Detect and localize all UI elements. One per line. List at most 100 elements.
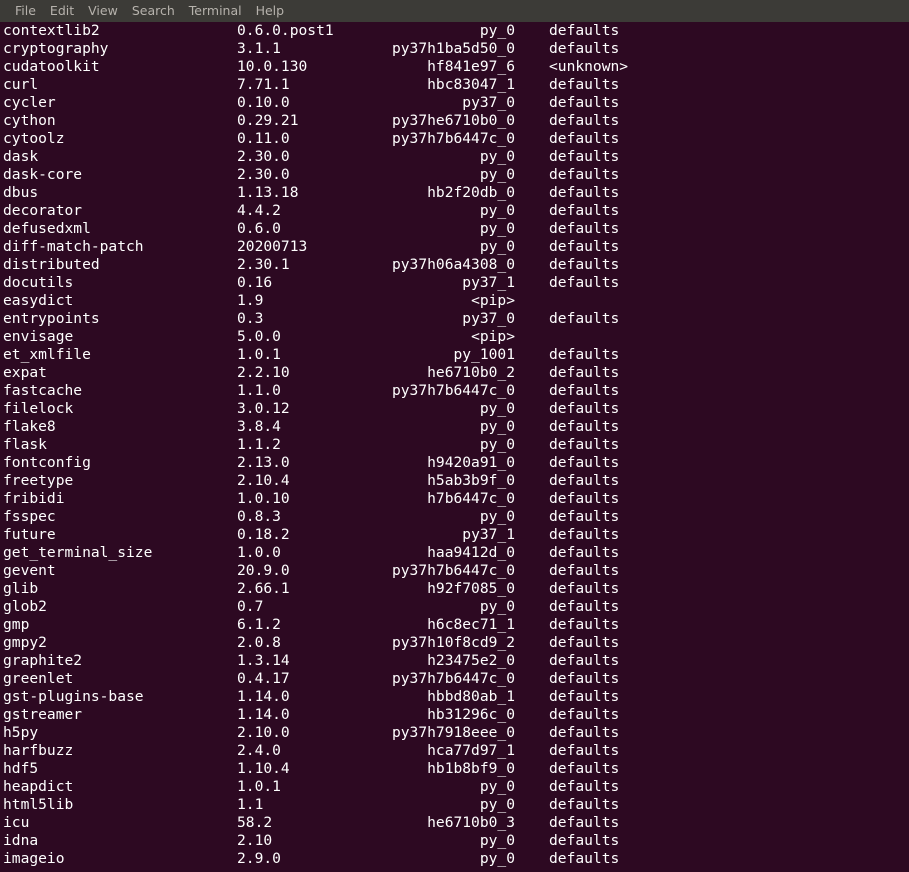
package-build: h6c8ec71_1 xyxy=(427,616,515,633)
package-build: py_0 xyxy=(479,778,515,795)
package-row: envisage 5.0.0 <pip> xyxy=(3,328,909,346)
package-channel: defaults xyxy=(549,472,620,489)
package-channel: defaults xyxy=(549,22,620,39)
package-build: py_0 xyxy=(479,418,515,435)
package-channel: defaults xyxy=(549,238,620,255)
package-row: cryptography 3.1.1 py37h1ba5d50_0 defaults xyxy=(3,40,909,58)
package-row: glob2 0.7 py_0 defaults xyxy=(3,598,909,616)
package-build: py37h7918eee_0 xyxy=(391,724,515,741)
package-channel: defaults xyxy=(549,526,620,543)
package-channel: defaults xyxy=(549,742,620,759)
package-channel: defaults xyxy=(549,40,620,57)
package-row: html5lib 1.1 py_0 defaults xyxy=(3,796,909,814)
package-channel: defaults xyxy=(549,670,620,687)
menu-item-terminal[interactable]: Terminal xyxy=(182,0,249,22)
package-row: defusedxml 0.6.0 py_0 defaults xyxy=(3,220,909,238)
terminal-output-area[interactable]: contextlib2 0.6.0.post1 py_0 defaults crypto… xyxy=(0,22,909,872)
package-row: get_terminal_size 1.0.0 haa9412d_0 defaults xyxy=(3,544,909,562)
package-build: py37h1ba5d50_0 xyxy=(391,40,515,57)
package-build: py_0 xyxy=(479,400,515,417)
package-channel: defaults xyxy=(549,634,620,651)
package-build: py37h7b6447c_0 xyxy=(391,562,515,579)
package-channel: defaults xyxy=(549,130,620,147)
package-build: py37_0 xyxy=(462,310,515,327)
package-row: diff-match-patch 20200713 py_0 defaults xyxy=(3,238,909,256)
package-channel: defaults xyxy=(549,598,620,615)
package-build: py_0 xyxy=(479,436,515,453)
package-row: expat 2.2.10 he6710b0_2 defaults xyxy=(3,364,909,382)
package-build: py_0 xyxy=(479,238,515,255)
package-channel: defaults xyxy=(549,274,620,291)
package-channel: defaults xyxy=(549,184,620,201)
package-row: future 0.18.2 py37_1 defaults xyxy=(3,526,909,544)
package-build: h9420a91_0 xyxy=(427,454,515,471)
package-row: greenlet 0.4.17 py37h7b6447c_0 defaults xyxy=(3,670,909,688)
package-row: curl 7.71.1 hbc83047_1 defaults xyxy=(3,76,909,94)
package-row: cycler 0.10.0 py37_0 defaults xyxy=(3,94,909,112)
package-row: h5py 2.10.0 py37h7918eee_0 defaults xyxy=(3,724,909,742)
package-row: filelock 3.0.12 py_0 defaults xyxy=(3,400,909,418)
package-build: hb1b8bf9_0 xyxy=(427,760,515,777)
package-channel: defaults xyxy=(549,490,620,507)
package-channel: defaults xyxy=(549,94,620,111)
package-channel: defaults xyxy=(549,688,620,705)
package-channel: defaults xyxy=(549,580,620,597)
package-row: et_xmlfile 1.0.1 py_1001 defaults xyxy=(3,346,909,364)
package-row: gmp 6.1.2 h6c8ec71_1 defaults xyxy=(3,616,909,634)
package-build: h7b6447c_0 xyxy=(427,490,515,507)
package-build: py_0 xyxy=(479,220,515,237)
package-row: easydict 1.9 <pip> xyxy=(3,292,909,310)
package-build: hf841e97_6 xyxy=(427,58,515,75)
menu-item-view[interactable]: View xyxy=(81,0,125,22)
package-row: icu 58.2 he6710b0_3 defaults xyxy=(3,814,909,832)
package-build: py_0 xyxy=(479,796,515,813)
package-build: hca77d97_1 xyxy=(427,742,515,759)
package-channel: defaults xyxy=(549,652,620,669)
package-channel: defaults xyxy=(549,400,620,417)
package-channel: defaults xyxy=(549,832,620,849)
package-build: py37_0 xyxy=(462,94,515,111)
package-row: fontconfig 2.13.0 h9420a91_0 defaults xyxy=(3,454,909,472)
package-row: flake8 3.8.4 py_0 defaults xyxy=(3,418,909,436)
package-build: <pip> xyxy=(471,328,515,345)
package-row: harfbuzz 2.4.0 hca77d97_1 defaults xyxy=(3,742,909,760)
package-build: py37_1 xyxy=(462,526,515,543)
package-row: fsspec 0.8.3 py_0 defaults xyxy=(3,508,909,526)
package-build: he6710b0_2 xyxy=(427,364,515,381)
menu-item-help[interactable]: Help xyxy=(249,0,292,22)
package-channel: defaults xyxy=(549,256,620,273)
package-channel: defaults xyxy=(549,112,620,129)
package-build: py37he6710b0_0 xyxy=(391,112,515,129)
package-channel: defaults xyxy=(549,310,620,327)
package-channel: defaults xyxy=(549,382,620,399)
package-build: py37_1 xyxy=(462,274,515,291)
package-build: h5ab3b9f_0 xyxy=(427,472,515,489)
package-build: hb31296c_0 xyxy=(427,706,515,723)
package-channel: defaults xyxy=(549,166,620,183)
package-build: py_0 xyxy=(479,832,515,849)
package-build: py_0 xyxy=(479,850,515,867)
package-row: gmpy2 2.0.8 py37h10f8cd9_2 defaults xyxy=(3,634,909,652)
package-build: hbc83047_1 xyxy=(427,76,515,93)
package-channel: defaults xyxy=(549,346,620,363)
package-row: freetype 2.10.4 h5ab3b9f_0 defaults xyxy=(3,472,909,490)
package-channel: defaults xyxy=(549,202,620,219)
package-channel: defaults xyxy=(549,760,620,777)
package-build: py37h7b6447c_0 xyxy=(391,130,515,147)
menu-item-search[interactable]: Search xyxy=(125,0,182,22)
menu-item-edit[interactable]: Edit xyxy=(43,0,81,22)
package-channel: defaults xyxy=(549,544,620,561)
package-row: contextlib2 0.6.0.post1 py_0 defaults xyxy=(3,22,909,40)
package-build: py37h7b6447c_0 xyxy=(391,670,515,687)
package-row: cython 0.29.21 py37he6710b0_0 defaults xyxy=(3,112,909,130)
package-build: py_0 xyxy=(479,598,515,615)
package-row: gstreamer 1.14.0 hb31296c_0 defaults xyxy=(3,706,909,724)
package-row: fribidi 1.0.10 h7b6447c_0 defaults xyxy=(3,490,909,508)
package-row: heapdict 1.0.1 py_0 defaults xyxy=(3,778,909,796)
package-build: py_0 xyxy=(479,148,515,165)
package-row: flask 1.1.2 py_0 defaults xyxy=(3,436,909,454)
package-row: docutils 0.16 py37_1 defaults xyxy=(3,274,909,292)
menu-bar: File Edit View Search Terminal Help xyxy=(0,0,909,22)
package-row: dbus 1.13.18 hb2f20db_0 defaults xyxy=(3,184,909,202)
menu-item-file[interactable]: File xyxy=(8,0,43,22)
